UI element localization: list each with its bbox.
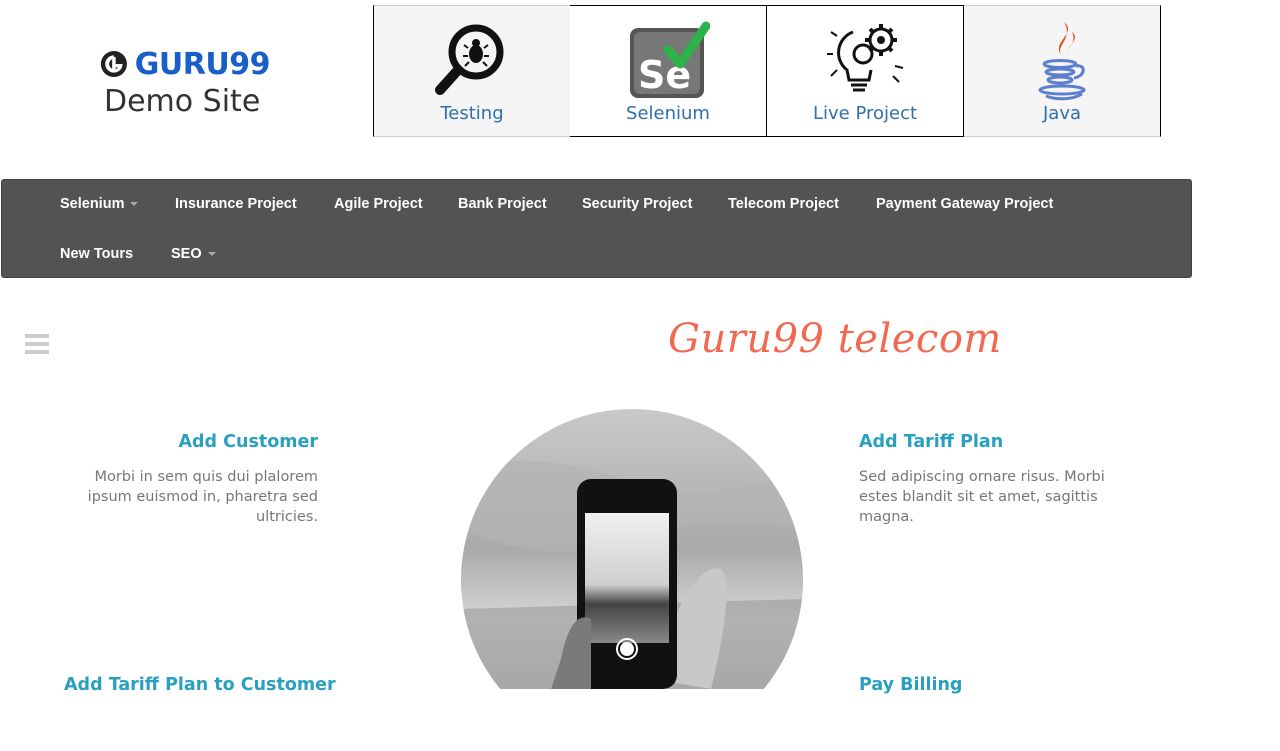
tile-java[interactable]: Java [964,5,1161,137]
pay-billing-link[interactable]: Pay Billing [859,675,962,695]
add-tariff-plan-link[interactable]: Add Tariff Plan [859,432,1003,452]
site-logo[interactable]: GURU99 Demo Site [100,44,271,119]
main-navbar: Selenium Insurance Project Agile Project… [1,179,1192,278]
tile-testing[interactable]: Testing [373,5,570,137]
tile-java-label: Java [1042,103,1082,124]
nav-item-telecom-project[interactable]: Telecom Project [728,196,839,212]
logo-subtitle: Demo Site [104,84,261,119]
tile-live-project[interactable]: Live Project [767,5,964,137]
nav-item-agile-project[interactable]: Agile Project [334,196,423,212]
add-tariff-plan-to-customer-link[interactable]: Add Tariff Plan to Customer [64,675,336,695]
selenium-icon: Se [630,21,710,98]
guru99-logo-icon [100,50,127,78]
tile-selenium-label: Selenium [626,103,710,124]
tile-selenium[interactable]: Se Selenium [570,5,767,137]
phone-photo-graphic [461,409,803,689]
chevron-down-icon [207,252,216,257]
phone-photo [461,409,803,751]
nav-item-seo[interactable]: SEO [171,246,216,262]
nav-item-payment-gateway-project[interactable]: Payment Gateway Project [876,196,1053,212]
nav-item-label: Selenium [60,196,125,212]
page-title: Guru99 telecom [668,316,1002,362]
nav-item-selenium[interactable]: Selenium [60,196,139,212]
chevron-down-icon [130,202,139,207]
nav-item-bank-project[interactable]: Bank Project [458,196,547,212]
add-customer-link[interactable]: Add Customer [64,432,318,452]
tile-testing-label: Testing [440,103,504,124]
java-icon [1038,22,1086,101]
hamburger-menu-icon[interactable] [25,334,49,354]
add-tariff-plan-description: Sed adipiscing ornare risus. Morbi estes… [859,469,1105,525]
nav-item-new-tours[interactable]: New Tours [60,246,133,262]
logo-brand-text: GURU99 [134,46,271,82]
tile-live-project-label: Live Project [812,103,918,124]
nav-item-insurance-project[interactable]: Insurance Project [175,196,297,212]
nav-item-security-project[interactable]: Security Project [582,196,692,212]
course-tiles: Testing Se Selenium Live Project Java [373,5,1161,137]
lightbulb-gear-icon [827,24,904,92]
nav-item-label: SEO [171,246,202,262]
add-customer-description: Morbi in sem quis dui plalorem ipsum eui… [87,469,318,525]
magnifier-bug-icon [435,24,504,95]
